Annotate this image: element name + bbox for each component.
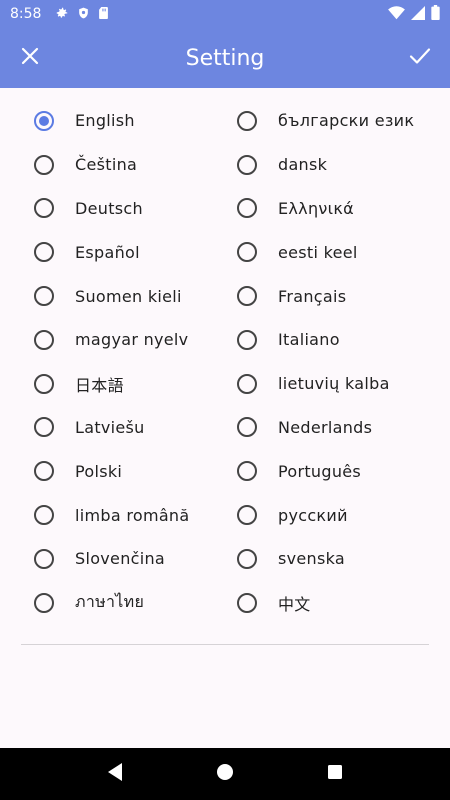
shield-icon: [77, 5, 90, 24]
language-option-slovak[interactable]: Slovenčina: [0, 537, 203, 581]
navigation-bar: [0, 748, 450, 800]
language-option-bulgarian[interactable]: български език: [203, 99, 450, 143]
language-label: ภาษาไทย: [75, 592, 145, 612]
language-option-french[interactable]: Français: [203, 274, 450, 318]
signal-icon: [411, 5, 425, 24]
language-option-romanian[interactable]: limba română: [0, 493, 203, 537]
language-label: Deutsch: [75, 198, 143, 218]
language-option-thai[interactable]: ภาษาไทย: [0, 581, 203, 625]
language-label: Suomen kieli: [75, 286, 182, 306]
recents-button[interactable]: [315, 754, 355, 794]
language-option-spanish[interactable]: Español: [0, 230, 203, 274]
radio-button[interactable]: [34, 505, 54, 526]
language-label: Italiano: [278, 330, 340, 350]
home-icon: [216, 763, 234, 785]
page-title: Setting: [185, 45, 265, 71]
language-label: Slovenčina: [75, 549, 166, 569]
language-label: magyar nyelv: [75, 330, 189, 350]
wifi-icon: [388, 5, 405, 24]
confirm-button[interactable]: [390, 28, 450, 88]
radio-button[interactable]: [237, 242, 257, 263]
radio-button[interactable]: [237, 110, 257, 131]
radio-button[interactable]: [34, 329, 54, 350]
radio-button[interactable]: [34, 154, 54, 175]
radio-button[interactable]: [34, 242, 54, 263]
language-label: lietuvių kalba: [278, 374, 390, 394]
radio-button[interactable]: [237, 373, 257, 394]
app-bar: Setting: [0, 28, 450, 88]
settings-icon: [55, 5, 69, 24]
language-option-hungarian[interactable]: magyar nyelv: [0, 318, 203, 362]
language-label: Polski: [75, 461, 123, 481]
language-label: eesti keel: [278, 242, 358, 262]
language-option-chinese[interactable]: 中文: [203, 581, 450, 625]
language-option-russian[interactable]: русский: [203, 493, 450, 537]
radio-button[interactable]: [34, 286, 54, 307]
radio-button[interactable]: [34, 461, 54, 482]
language-label: svenska: [278, 549, 346, 569]
language-option-english[interactable]: English: [0, 99, 203, 143]
language-label: Português: [278, 461, 362, 481]
radio-button[interactable]: [34, 417, 54, 438]
language-label: Nederlands: [278, 417, 373, 437]
language-option-portuguese[interactable]: Português: [203, 449, 450, 493]
language-option-estonian[interactable]: eesti keel: [203, 230, 450, 274]
recents-icon: [327, 764, 343, 784]
radio-button[interactable]: [237, 417, 257, 438]
language-label: English: [75, 111, 135, 131]
language-label: Ελληνικά: [278, 198, 354, 218]
language-option-german[interactable]: Deutsch: [0, 187, 203, 231]
radio-button[interactable]: [237, 548, 257, 569]
close-icon: [21, 47, 39, 69]
language-option-czech[interactable]: Čeština: [0, 143, 203, 187]
language-option-polish[interactable]: Polski: [0, 449, 203, 493]
radio-button[interactable]: [237, 329, 257, 350]
status-bar: 8:58: [0, 0, 450, 28]
language-label: 日本語: [75, 375, 124, 395]
check-icon: [409, 47, 431, 69]
radio-button[interactable]: [237, 505, 257, 526]
close-button[interactable]: [0, 28, 60, 88]
language-label: русский: [278, 505, 348, 525]
language-label: 中文: [278, 594, 311, 614]
language-option-finnish[interactable]: Suomen kieli: [0, 274, 203, 318]
language-label: Čeština: [75, 155, 138, 175]
battery-icon: [431, 4, 440, 24]
status-time: 8:58: [10, 6, 42, 22]
language-option-swedish[interactable]: svenska: [203, 537, 450, 581]
language-option-italian[interactable]: Italiano: [203, 318, 450, 362]
radio-button[interactable]: [237, 461, 257, 482]
language-options: English български език Čeština dansk Deu…: [0, 99, 450, 625]
radio-button[interactable]: [237, 286, 257, 307]
divider: [21, 644, 429, 645]
language-option-lithuanian[interactable]: lietuvių kalba: [203, 362, 450, 406]
radio-button[interactable]: [237, 154, 257, 175]
language-label: български език: [278, 111, 415, 131]
back-button[interactable]: [95, 754, 135, 794]
language-option-dutch[interactable]: Nederlands: [203, 406, 450, 450]
language-option-latvian[interactable]: Latviešu: [0, 406, 203, 450]
radio-button[interactable]: [34, 548, 54, 569]
language-option-japanese[interactable]: 日本語: [0, 362, 203, 406]
radio-button[interactable]: [34, 592, 54, 613]
home-button[interactable]: [205, 754, 245, 794]
language-label: Español: [75, 242, 140, 262]
language-label: Français: [278, 286, 347, 306]
back-icon: [106, 762, 124, 786]
language-label: limba română: [75, 505, 190, 525]
radio-button[interactable]: [34, 110, 54, 131]
sd-card-icon: [98, 5, 109, 24]
language-label: Latviešu: [75, 417, 145, 437]
language-option-greek[interactable]: Ελληνικά: [203, 187, 450, 231]
radio-button[interactable]: [237, 198, 257, 219]
radio-button[interactable]: [237, 592, 257, 613]
language-option-danish[interactable]: dansk: [203, 143, 450, 187]
radio-button[interactable]: [34, 373, 54, 394]
language-label: dansk: [278, 155, 328, 175]
radio-button[interactable]: [34, 198, 54, 219]
